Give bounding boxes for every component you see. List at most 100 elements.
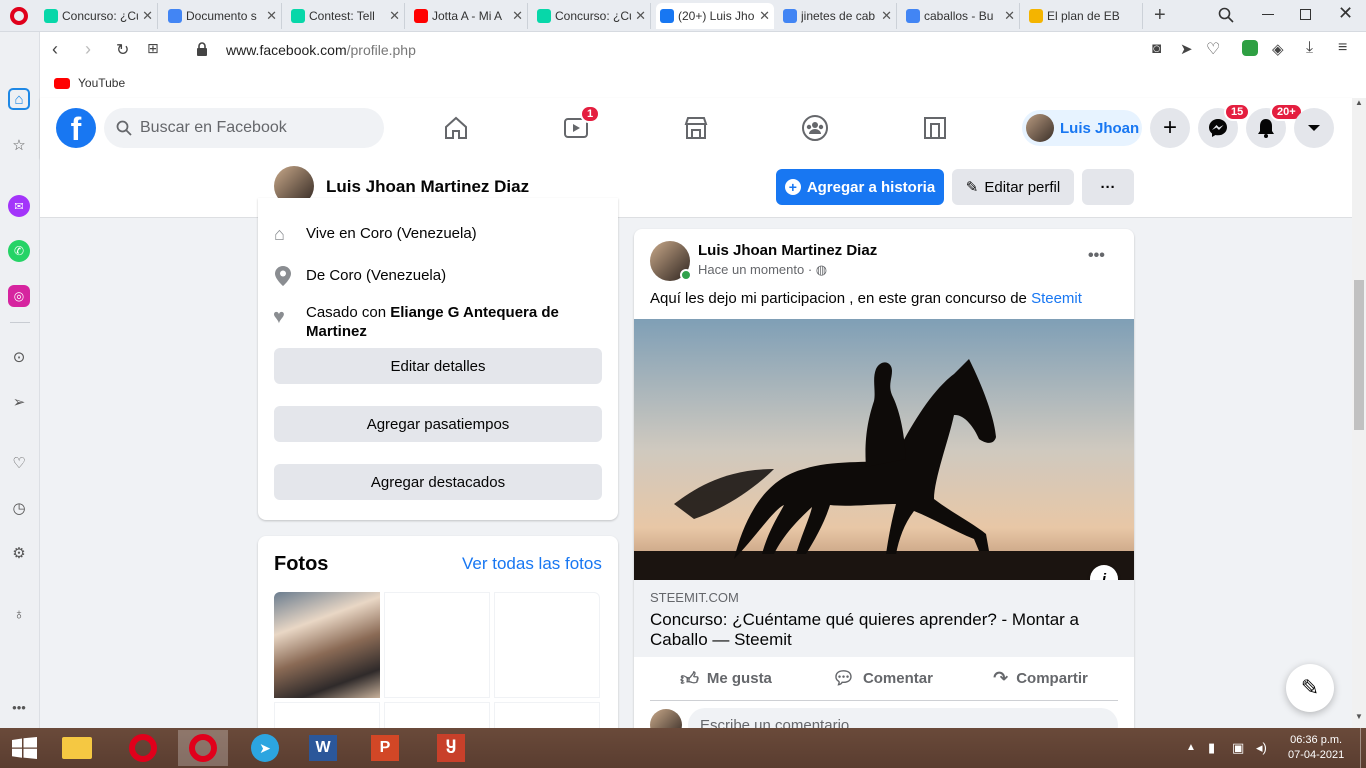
add-featured-button[interactable]: Agregar destacados: [274, 464, 602, 500]
close-tab-icon[interactable]: ✕: [759, 8, 770, 24]
network-icon[interactable]: ▣: [1232, 740, 1244, 756]
comment-button[interactable]: 💬︎ Comentar: [832, 668, 933, 689]
post-timestamp[interactable]: Hace un momento · ◍: [698, 262, 827, 278]
search-box[interactable]: Buscar en Facebook: [104, 108, 384, 148]
edit-details-button[interactable]: Editar detalles: [274, 348, 602, 384]
like-button[interactable]: 👍︎ Me gusta: [680, 668, 772, 690]
volume-icon[interactable]: ◂): [1256, 740, 1267, 756]
browser-tab[interactable]: Jotta A - Mi A ✕: [410, 3, 528, 29]
back-icon[interactable]: ‹: [52, 39, 58, 60]
minimize-icon[interactable]: [1262, 14, 1274, 15]
add-story-button[interactable]: + Agregar a historia: [776, 169, 944, 205]
home-nav-icon[interactable]: [436, 108, 476, 148]
opera-logo-icon[interactable]: [10, 7, 28, 25]
slides-icon: [1029, 9, 1043, 23]
search-tabs-icon[interactable]: [1218, 7, 1234, 23]
close-tab-icon[interactable]: ✕: [266, 8, 277, 24]
show-desktop-button[interactable]: [1360, 728, 1366, 768]
profile-shortcut[interactable]: Luis Jhoan: [1022, 110, 1142, 146]
new-message-compose-icon[interactable]: ✎: [1286, 664, 1334, 712]
powerpoint-icon[interactable]: P: [360, 730, 410, 766]
from-link[interactable]: Coro (Venezuela): [329, 267, 446, 284]
browser-tab[interactable]: Concurso: ¿Cu ✕: [40, 3, 158, 29]
downloads-icon[interactable]: ⤓: [1306, 39, 1313, 57]
browser-tab[interactable]: Documento s ✕: [164, 3, 282, 29]
groups-nav-icon[interactable]: [795, 108, 835, 148]
account-menu-button[interactable]: [1294, 108, 1334, 148]
bookmark-youtube[interactable]: YouTube: [54, 76, 125, 90]
browser-tab[interactable]: Contest: Tell ✕: [287, 3, 405, 29]
create-button[interactable]: +: [1150, 108, 1190, 148]
telegram-icon[interactable]: ➤: [240, 730, 290, 766]
more-icon[interactable]: •••: [8, 696, 30, 718]
marketplace-nav-icon[interactable]: [676, 108, 716, 148]
flow-icon[interactable]: ➢: [8, 391, 30, 413]
battery-icon[interactable]: ▮: [1208, 740, 1215, 756]
word-icon[interactable]: W: [298, 730, 348, 766]
page-scrollbar[interactable]: ▲ ▼: [1352, 98, 1366, 728]
pdf-app-icon[interactable]: Ⴘ: [426, 730, 476, 766]
opera-taskbar-icon[interactable]: [118, 730, 168, 766]
facebook-logo-icon[interactable]: f: [56, 108, 96, 148]
thumbs-up-icon: 👍︎: [680, 668, 699, 689]
restore-icon[interactable]: [1300, 9, 1311, 20]
share-button[interactable]: ↷ Compartir: [993, 668, 1088, 689]
see-all-photos-link[interactable]: Ver todas las fotos: [462, 554, 602, 574]
profile-name[interactable]: Luis Jhoan Martinez Diaz: [326, 177, 529, 197]
profile-more-button[interactable]: ···: [1082, 169, 1134, 205]
extension-cube-icon[interactable]: ◈: [1272, 40, 1284, 58]
settings-icon[interactable]: ⚙: [8, 542, 30, 564]
edit-profile-label: Editar perfil: [984, 178, 1061, 196]
player-icon[interactable]: ⊙: [8, 346, 30, 368]
close-tab-icon[interactable]: ✕: [1004, 8, 1015, 24]
gaming-nav-icon[interactable]: [915, 108, 955, 148]
speed-dial-icon[interactable]: ⌂: [8, 88, 30, 110]
close-tab-icon[interactable]: ✕: [142, 8, 153, 24]
tips-icon[interactable]: ♁: [8, 603, 30, 625]
tray-chevron-icon[interactable]: ▲: [1186, 742, 1196, 753]
photo-slot: [384, 592, 490, 698]
instagram-icon[interactable]: ◎: [8, 285, 30, 307]
bookmarks-icon[interactable]: ☆: [8, 134, 30, 156]
url-text[interactable]: www.facebook.com/profile.php: [226, 42, 416, 58]
whatsapp-icon[interactable]: ✆: [8, 240, 30, 262]
opera-active-taskbar-icon[interactable]: [178, 730, 228, 766]
search-input[interactable]: Buscar en Facebook: [140, 119, 287, 137]
add-hobbies-button[interactable]: Agregar pasatiempos: [274, 406, 602, 442]
vpn-shield-icon[interactable]: [1242, 40, 1258, 56]
close-tab-icon[interactable]: ✕: [389, 8, 400, 24]
close-window-icon[interactable]: ✕: [1338, 3, 1353, 24]
scrollbar-thumb[interactable]: [1354, 280, 1364, 430]
browser-tab[interactable]: (20+) Luis Jho ✕: [656, 3, 774, 29]
edit-profile-button[interactable]: ✎ Editar perfil: [952, 169, 1074, 205]
browser-tab[interactable]: Concurso: ¿Cu ✕: [533, 3, 651, 29]
close-tab-icon[interactable]: ✕: [512, 8, 523, 24]
easy-setup-icon[interactable]: ≡: [1338, 39, 1347, 57]
post-options-icon[interactable]: •••: [1088, 247, 1105, 265]
link-preview-image[interactable]: i: [634, 319, 1134, 580]
clock[interactable]: 06:36 p.m. 07-04-2021: [1288, 733, 1344, 763]
windows-start-icon[interactable]: [12, 737, 38, 759]
bookmark-heart-icon[interactable]: ♡: [1206, 39, 1220, 59]
post-author-name[interactable]: Luis Jhoan Martinez Diaz: [698, 242, 877, 259]
location-pin-icon: [275, 266, 291, 286]
file-explorer-icon[interactable]: [52, 730, 102, 766]
tabs-overview-icon[interactable]: ⊞: [147, 40, 159, 57]
browser-tab[interactable]: caballos - Bu ✕: [902, 3, 1020, 29]
snapshot-icon[interactable]: ◙: [1152, 40, 1161, 57]
messenger-icon[interactable]: ✉: [8, 195, 30, 217]
post-inline-link[interactable]: Steemit: [1031, 290, 1082, 307]
close-tab-icon[interactable]: ✕: [635, 8, 646, 24]
photo-thumbnail[interactable]: [274, 592, 380, 698]
reload-icon[interactable]: ↻: [116, 40, 129, 60]
browser-tab[interactable]: El plan de EB: [1025, 3, 1143, 29]
close-tab-icon[interactable]: ✕: [881, 8, 892, 24]
link-preview-info[interactable]: STEEMIT.COM Concurso: ¿Cuéntame qué quie…: [634, 580, 1134, 657]
new-tab-icon[interactable]: +: [1154, 4, 1166, 27]
forward-icon[interactable]: ›: [85, 39, 91, 60]
heart-icon[interactable]: ♡: [8, 452, 30, 474]
history-icon[interactable]: ◷: [8, 497, 30, 519]
lives-in-link[interactable]: Coro (Venezuela): [360, 225, 477, 242]
browser-tab[interactable]: jinetes de cab ✕: [779, 3, 897, 29]
send-icon[interactable]: ➤: [1180, 40, 1193, 58]
